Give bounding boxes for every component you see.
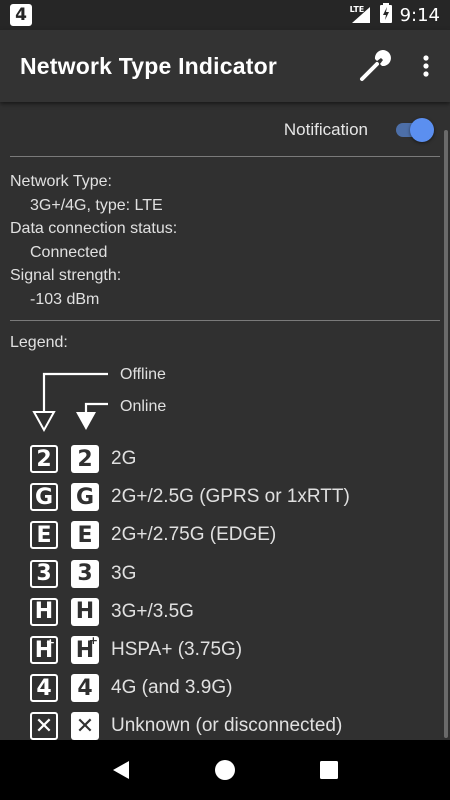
divider: [10, 156, 440, 157]
legend-item-unknown: ✕ ✕ Unknown (or disconnected): [30, 707, 440, 740]
notification-setting-row[interactable]: Notification: [0, 102, 450, 158]
network-type-value: 3G+/4G, type: LTE: [30, 196, 163, 214]
more-vert-icon[interactable]: [422, 54, 430, 78]
notification-toggle[interactable]: [394, 116, 436, 144]
battery-charging-icon: [379, 2, 392, 28]
legend-item-2g: 2 2 2G: [30, 440, 440, 478]
back-icon[interactable]: [111, 759, 131, 781]
legend-title: Legend:: [10, 334, 68, 351]
legend-item-hspa-plus: H + H + HSPA+ (3.75G): [30, 631, 440, 669]
scrollbar[interactable]: [444, 130, 448, 738]
edge-offline-icon: E: [30, 521, 58, 550]
legend-item-label: 3G: [111, 562, 137, 584]
legend-item-3g: 3 3 3G: [30, 555, 440, 593]
hspa-plus-online-icon: H +: [71, 635, 99, 665]
home-icon[interactable]: [214, 759, 236, 781]
hsdpa-offline-icon: H: [30, 597, 58, 626]
legend-key-arrows-icon: [32, 372, 108, 433]
notification-label: Notification: [283, 120, 368, 139]
data-status-heading: Data connection status:: [10, 220, 178, 237]
2g-online-icon: 2: [71, 445, 99, 474]
gprs-online-icon: G: [71, 483, 99, 512]
legend-list: 2 2 2G G G 2G+/2.5G (GPRS or 1xRTT) E E …: [30, 440, 440, 740]
main-content: Notification Network Type: 3G+/4G, type:…: [0, 102, 450, 740]
network-type-label: LTE: [349, 5, 365, 14]
legend-key: Offline Online: [0, 364, 300, 444]
4g-offline-icon: 4: [30, 674, 58, 703]
legend-item-label: HSPA+ (3.75G): [111, 639, 243, 661]
legend-item-label: 2G+/2.5G (GPRS or 1xRTT): [111, 486, 350, 508]
status-bar: 4 LTE 9:14: [0, 0, 450, 30]
online-label: Online: [120, 398, 167, 415]
legend-item-edge: E E 2G+/2.75G (EDGE): [30, 516, 440, 554]
3g-online-icon: 3: [71, 559, 99, 588]
hsdpa-online-icon: H: [71, 597, 99, 626]
unknown-online-icon: ✕: [71, 712, 99, 740]
3g-offline-icon: 3: [30, 559, 58, 588]
recents-icon[interactable]: [319, 760, 339, 780]
notification-network-icon: 4: [10, 4, 32, 26]
signal-strength-heading: Signal strength:: [10, 267, 122, 284]
offline-label: Offline: [120, 366, 166, 383]
app-title: Network Type Indicator: [20, 52, 278, 79]
legend-item-gprs: G G 2G+/2.5G (GPRS or 1xRTT): [30, 478, 440, 516]
wrench-icon[interactable]: [358, 49, 392, 83]
legend-item-hsdpa: H H 3G+/3.5G: [30, 593, 440, 631]
navigation-bar: [0, 740, 450, 800]
clock: 9:14: [399, 4, 440, 26]
edge-online-icon: E: [71, 521, 99, 550]
2g-offline-icon: 2: [30, 445, 58, 474]
legend-item-label: 4G (and 3.9G): [111, 677, 233, 699]
legend-item-4g: 4 4 4G (and 3.9G): [30, 669, 440, 707]
network-info: Network Type: 3G+/4G, type: LTE Data con…: [10, 170, 430, 311]
divider: [10, 320, 440, 321]
4g-online-icon: 4: [71, 674, 99, 703]
gprs-offline-icon: G: [30, 483, 58, 512]
signal-strength-value: -103 dBm: [30, 290, 100, 308]
legend-item-label: 2G+/2.75G (EDGE): [111, 524, 277, 546]
app-bar: Network Type Indicator: [0, 30, 450, 102]
unknown-offline-icon: ✕: [30, 712, 58, 740]
signal-icon: LTE: [350, 5, 372, 25]
network-type-heading: Network Type:: [10, 173, 112, 190]
toggle-thumb: [410, 118, 434, 142]
legend-item-label: Unknown (or disconnected): [111, 715, 343, 737]
data-status-value: Connected: [30, 243, 108, 261]
hspa-plus-offline-icon: H +: [30, 636, 58, 665]
legend-item-label: 2G: [111, 448, 137, 470]
legend-item-label: 3G+/3.5G: [111, 600, 194, 622]
